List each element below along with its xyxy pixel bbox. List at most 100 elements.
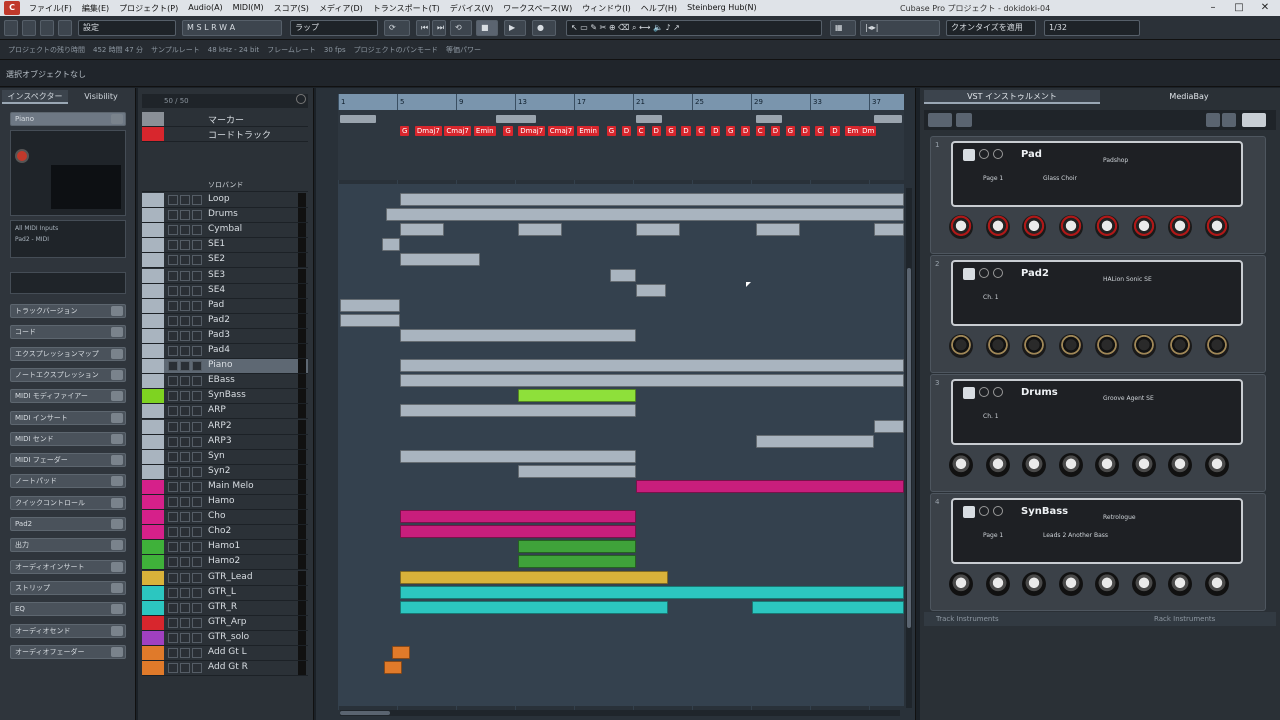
menu-item[interactable]: ワークスペース(W) [498,3,577,14]
automation-mode-select[interactable]: ラップ [290,20,378,36]
mute-button[interactable] [168,391,178,402]
mute-button[interactable] [168,255,178,266]
inspector-section[interactable]: Pad2 [10,517,126,531]
section-toggle-icon[interactable] [111,625,123,636]
read-button[interactable] [192,481,202,492]
quick-control-knob[interactable] [1204,453,1229,477]
read-button[interactable] [192,572,202,583]
quick-control-knob[interactable] [1022,572,1046,596]
vscroll-thumb[interactable] [907,268,911,628]
solo-button[interactable] [180,240,190,251]
inspector-section[interactable]: クイックコントロール [10,495,126,510]
track-row[interactable]: SE2 [142,253,308,269]
event-clip[interactable] [400,404,636,418]
quick-control-knob[interactable] [949,453,973,477]
chord-event[interactable]: D [800,126,810,136]
search-icon[interactable] [296,94,306,104]
marker-clip[interactable] [636,115,662,123]
event-clip[interactable] [340,298,400,312]
solo-button[interactable] [180,512,190,523]
window-zone-icon[interactable] [22,20,36,36]
read-button[interactable] [192,270,202,281]
event-clip[interactable] [756,223,800,237]
collapse-icon[interactable] [1222,113,1236,127]
inspector-section[interactable]: オーディオインサート [10,559,126,574]
chord-event[interactable]: G [726,126,736,136]
track-row[interactable]: Syn2 [142,464,308,480]
track-row[interactable]: GTR_Arp [142,615,308,631]
read-button[interactable] [192,255,202,266]
chord-event[interactable]: G [503,126,513,136]
solo-button[interactable] [180,270,190,281]
solo-button[interactable] [180,663,190,674]
solo-button[interactable] [180,315,190,326]
read-button[interactable] [192,587,202,598]
chord-event[interactable]: D [740,126,751,136]
solo-button[interactable] [180,587,190,598]
solo-button[interactable] [180,361,190,372]
quick-control-knob[interactable] [1095,572,1119,596]
event-clip[interactable] [752,600,904,614]
quick-control-knob[interactable] [1168,215,1192,239]
section-toggle-icon[interactable] [111,412,123,423]
mute-button[interactable] [168,466,178,477]
solo-button[interactable] [180,542,190,553]
read-button[interactable] [192,240,202,251]
stop-button[interactable]: ■ [476,20,498,36]
menu-item[interactable]: MIDI(M) [228,3,269,14]
inspector-section[interactable]: オーディオフェーダー [10,644,126,659]
mute-solo-buttons[interactable]: M S L R W A [182,20,282,36]
quick-control-knob[interactable] [949,215,973,239]
quick-control-knob[interactable] [1058,572,1083,596]
minimize-icon[interactable]: – [1200,0,1226,16]
global-track[interactable]: コードトラック [142,127,308,142]
read-button[interactable] [192,557,202,568]
midi-input-value[interactable]: All MIDI Inputs [15,225,121,232]
chord-event[interactable]: Emin [577,126,599,136]
chord-event[interactable]: D [651,126,661,136]
chord-event[interactable]: C [815,126,825,136]
read-button[interactable] [192,542,202,553]
track-row[interactable]: SE4 [142,283,308,299]
ruler[interactable]: 1 5 9 13 17 21 25 29 33 37 [338,94,904,110]
section-toggle-icon[interactable] [111,348,123,359]
instrument-slot[interactable]: 3 Drums Groove Agent SE Ch. 1 [930,374,1266,492]
mute-button[interactable] [168,225,178,236]
track-row[interactable]: SE3 [142,268,308,284]
inspector-section[interactable]: オーディオセンド [10,623,126,638]
track-row[interactable]: Pad3 [142,328,308,344]
event-clip[interactable] [400,328,636,342]
read-button[interactable] [192,451,202,462]
track-row[interactable]: Add Gt L [142,646,308,661]
mute-button[interactable] [168,557,178,568]
event-clip[interactable] [400,525,636,539]
record-button[interactable]: ● [532,20,556,36]
mute-button[interactable] [168,542,178,553]
quick-control-knob[interactable] [1131,572,1156,596]
rack-search-icon[interactable] [956,113,972,127]
inspector-section[interactable]: MIDI モディファイアー [10,389,126,404]
mute-button[interactable] [168,481,178,492]
menu-item[interactable]: Steinberg Hub(N) [682,3,762,14]
quick-control-knob[interactable] [1058,334,1083,358]
event-clip[interactable] [518,223,562,237]
solo-button[interactable] [180,195,190,205]
tab-mediabay[interactable]: MediaBay [1104,90,1274,104]
chord-event[interactable]: Dmaj7 [518,126,546,136]
read-button[interactable] [192,330,202,341]
read-button[interactable] [192,663,202,674]
section-toggle-icon[interactable] [111,306,123,316]
solo-button[interactable] [180,497,190,507]
go-start-icon[interactable]: ⏮ [416,20,430,36]
track-row[interactable]: Add Gt R [142,661,308,677]
power-icon[interactable] [979,149,989,159]
track-row[interactable]: Cho [142,510,308,526]
event-clip[interactable] [400,570,668,584]
solo-button[interactable] [180,617,190,628]
expand-icon[interactable] [1206,113,1220,127]
edit-instrument-icon[interactable] [963,387,975,399]
mute-button[interactable] [168,587,178,598]
inspector-section[interactable]: 出力 [10,538,126,553]
read-button[interactable] [192,527,202,538]
read-button[interactable] [192,315,202,326]
